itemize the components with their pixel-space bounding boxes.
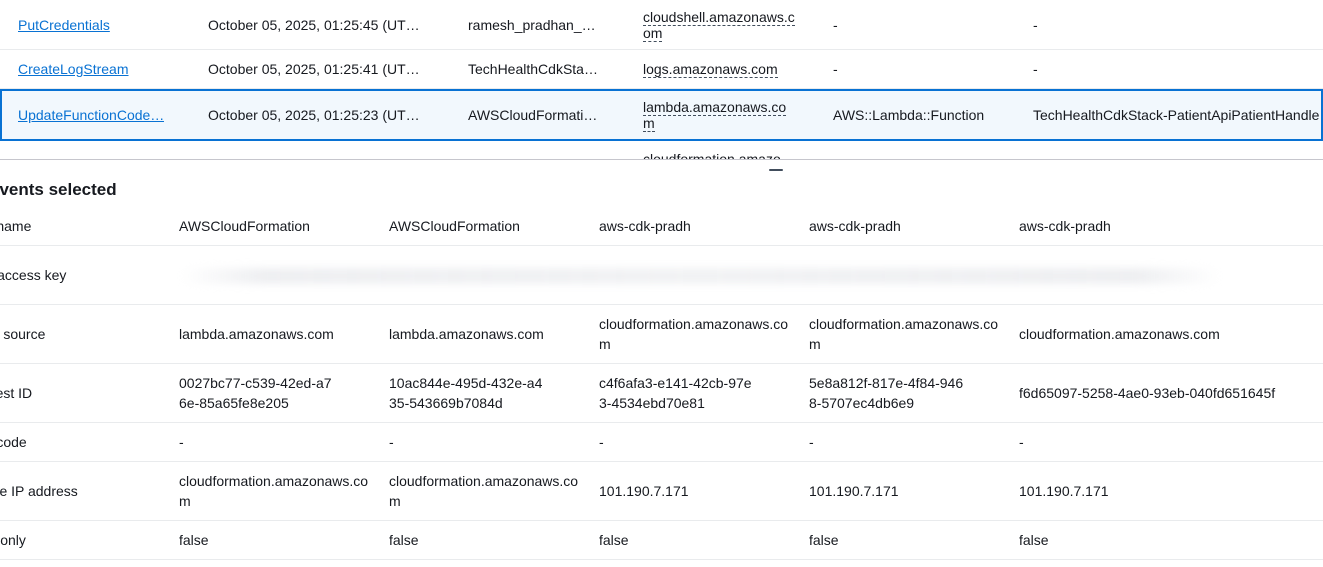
row-value: AWSCloudFormation <box>179 217 310 234</box>
compare-row: or code - - - - - <box>0 423 1323 462</box>
compare-row: er name AWSCloudFormation AWSCloudFormat… <box>0 206 1323 246</box>
row-value: 10ac844e-495d-432e-a435-543669b7084d <box>389 375 543 411</box>
split-panel-divider <box>0 159 1323 160</box>
event-time: October 05, 2025, 01:25:41 (UT… <box>208 61 420 77</box>
resource-name: TechHealthCdkStack-PatientApiPatientHand… <box>1033 107 1320 123</box>
row-label: urce IP address <box>0 483 78 499</box>
row-label: er name <box>0 217 32 234</box>
compare-row: urce IP address cloudformation.amazonaws… <box>0 462 1323 521</box>
row-value: lambda.amazonaws.com <box>179 326 334 342</box>
event-source[interactable]: cloudshell.amazonaws.com <box>643 8 795 42</box>
row-value: false <box>1019 532 1049 548</box>
resource-name: - <box>1033 16 1038 33</box>
row-value: lambda.amazonaws.com <box>389 326 544 342</box>
panel-title: events selected <box>0 180 117 199</box>
row-value: cloudformation.amazonaws.com <box>1019 326 1220 342</box>
row-value: false <box>809 532 839 548</box>
compare-row: ent source lambda.amazonaws.com lambda.a… <box>0 305 1323 364</box>
row-value: c4f6afa3-e141-42cb-97e3-4534ebd70e81 <box>599 375 752 411</box>
row-value: 101.190.7.171 <box>599 483 689 499</box>
event-source[interactable]: logs.amazonaws.com <box>643 61 778 78</box>
resource-name: - <box>1033 61 1038 77</box>
row-value: f6d65097-5258-4ae0-93eb-040fd651645f <box>1019 385 1276 401</box>
resize-handle-icon[interactable] <box>769 169 783 171</box>
row-value: cloudformation.amazonaws.com <box>179 473 369 509</box>
row-value: - <box>389 434 394 450</box>
row-label: ad-only <box>0 532 26 548</box>
row-label: /S access key <box>0 267 67 283</box>
row-value: - <box>809 434 814 450</box>
resource-type: - <box>833 61 838 77</box>
row-value: - <box>599 434 604 450</box>
event-name-link[interactable]: CreateLogStream <box>18 61 129 77</box>
table-row[interactable]: cloudformation.amazo <box>0 141 1323 160</box>
row-label: or code <box>0 434 27 450</box>
event-user: AWSCloudFormation <box>468 107 598 123</box>
table-row-selected[interactable]: UpdateFunctionCode… October 05, 2025, 01… <box>0 89 1323 141</box>
row-value: 101.190.7.171 <box>1019 483 1109 499</box>
row-label: quest ID <box>0 385 33 401</box>
row-value: 0027bc77-c539-42ed-a76e-85a65fe8e205 <box>179 375 332 411</box>
row-value: false <box>599 532 629 548</box>
row-value: - <box>179 434 184 450</box>
event-name-link[interactable]: PutCredentials <box>18 17 110 33</box>
compare-row: quest ID 0027bc77-c539-42ed-a76e-85a65fe… <box>0 364 1323 423</box>
event-user: ramesh_pradhan_… <box>468 16 596 33</box>
row-value: cloudformation.amazonaws.com <box>809 316 999 352</box>
row-value: - <box>1019 434 1024 450</box>
event-source[interactable]: lambda.amazonaws.com <box>643 99 787 132</box>
table-row[interactable]: CreateLogStream October 05, 2025, 01:25:… <box>0 50 1323 89</box>
resource-type: AWS::Lambda::Function <box>833 107 985 123</box>
event-time: October 05, 2025, 01:25:45 (UT… <box>208 16 420 33</box>
table-row[interactable]: PutCredentials October 05, 2025, 01:25:4… <box>0 0 1323 50</box>
row-value: cloudformation.amazonaws.com <box>389 473 579 509</box>
redacted-values <box>180 268 1220 284</box>
events-table: PutCredentials October 05, 2025, 01:25:4… <box>0 0 1323 160</box>
row-value: false <box>389 532 419 548</box>
row-label: ent source <box>0 326 46 342</box>
row-value: aws-cdk-pradh <box>809 217 901 234</box>
row-value: 5e8a812f-817e-4f84-9468-5707ec4db6e9 <box>809 375 964 411</box>
row-value: 101.190.7.171 <box>809 483 899 499</box>
compare-row: /S access key <box>0 246 1323 305</box>
resource-type: - <box>833 16 838 33</box>
compare-row: ad-only false false false false false <box>0 521 1323 560</box>
event-user: TechHealthCdkSta… <box>468 61 598 77</box>
event-time: October 05, 2025, 01:25:23 (UT… <box>208 107 420 123</box>
row-value: aws-cdk-pradh <box>1019 217 1111 234</box>
row-value: aws-cdk-pradh <box>599 217 691 234</box>
row-value: false <box>179 532 209 548</box>
event-name-link[interactable]: UpdateFunctionCode… <box>18 107 164 123</box>
row-value: cloudformation.amazonaws.com <box>599 316 789 352</box>
row-value: AWSCloudFormation <box>389 217 520 234</box>
